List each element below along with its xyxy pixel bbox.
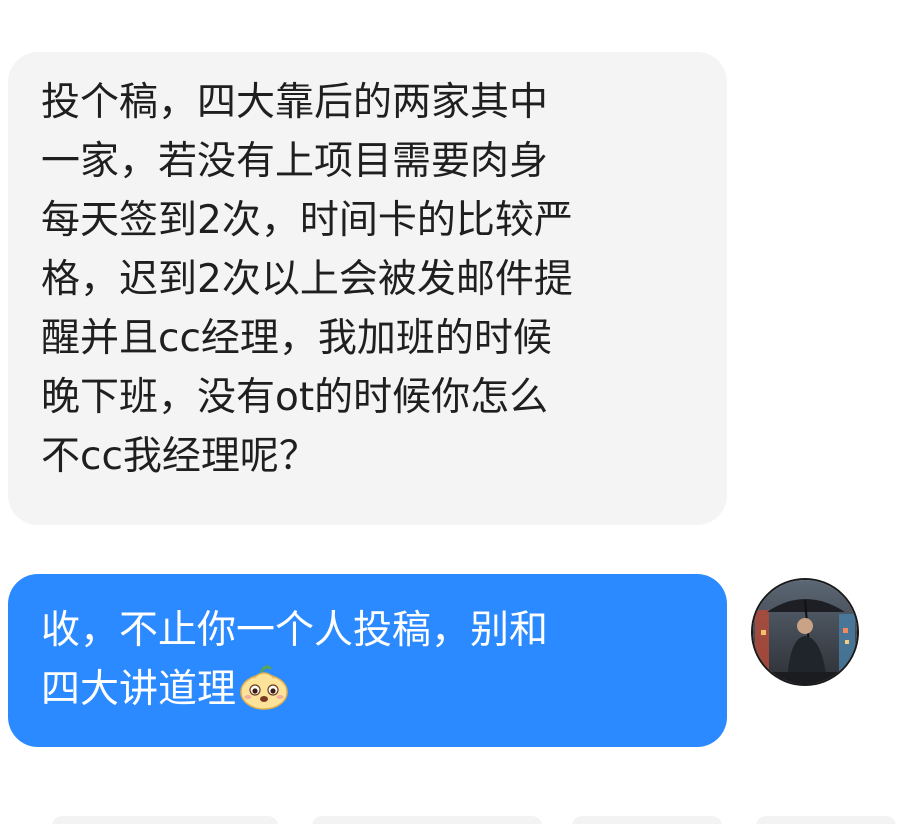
message-text-line: 投个稿，四大靠后的两家其中: [41, 80, 549, 125]
person-with-umbrella-avatar-icon: [753, 580, 857, 684]
message-text-line: 每天签到2次，时间卡的比较严: [41, 198, 573, 243]
incoming-message-bubble[interactable]: 投个稿，四大靠后的两家其中 一家，若没有上项目需要肉身 每天签到2次，时间卡的比…: [8, 52, 727, 525]
message-text-line-with-emoji: 四大讲道理: [41, 660, 693, 719]
quick-action-chip[interactable]: [52, 816, 278, 824]
outgoing-message-bubble[interactable]: 收，不止你一个人投稿，别和 四大讲道理: [8, 574, 727, 747]
message-text-line: 醒并且cc经理，我加班的时候: [41, 316, 552, 361]
message-text-line: 不cc我经理呢？: [41, 434, 318, 479]
avatar[interactable]: [751, 578, 859, 686]
message-text-line: 格，迟到2次以上会被发邮件提: [41, 257, 573, 302]
message-text-line: 一家，若没有上项目需要肉身: [41, 139, 549, 184]
message-text: 四大讲道理: [41, 667, 237, 712]
bun-face-emoji-icon: [240, 665, 288, 710]
bottom-toolbar-edge: [0, 812, 907, 824]
message-text-line: 晚下班，没有ot的时候你怎么: [41, 375, 549, 420]
quick-action-chip[interactable]: [756, 816, 896, 824]
quick-action-chip[interactable]: [312, 816, 542, 824]
message-text-line: 收，不止你一个人投稿，别和: [41, 608, 549, 653]
chat-screen: 投个稿，四大靠后的两家其中 一家，若没有上项目需要肉身 每天签到2次，时间卡的比…: [0, 0, 907, 824]
quick-action-chip[interactable]: [572, 816, 722, 824]
